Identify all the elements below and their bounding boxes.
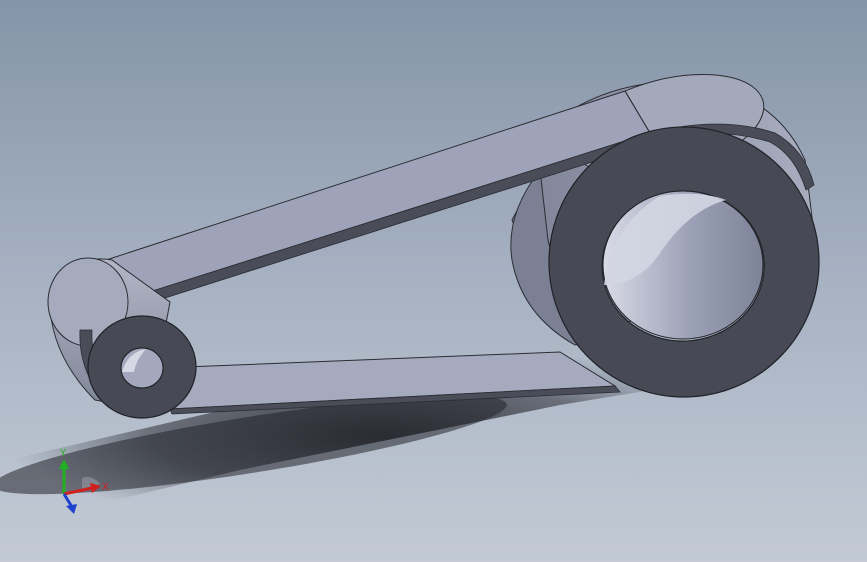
reference-triad[interactable]: Y X xyxy=(44,444,124,522)
y-axis-label: Y xyxy=(59,448,67,459)
y-axis-arrow xyxy=(59,459,69,494)
belt-drive-model[interactable] xyxy=(0,0,867,562)
z-axis-arrow xyxy=(62,493,77,514)
graphics-viewport[interactable]: Y X xyxy=(0,0,867,562)
x-axis-label: X xyxy=(102,482,109,493)
